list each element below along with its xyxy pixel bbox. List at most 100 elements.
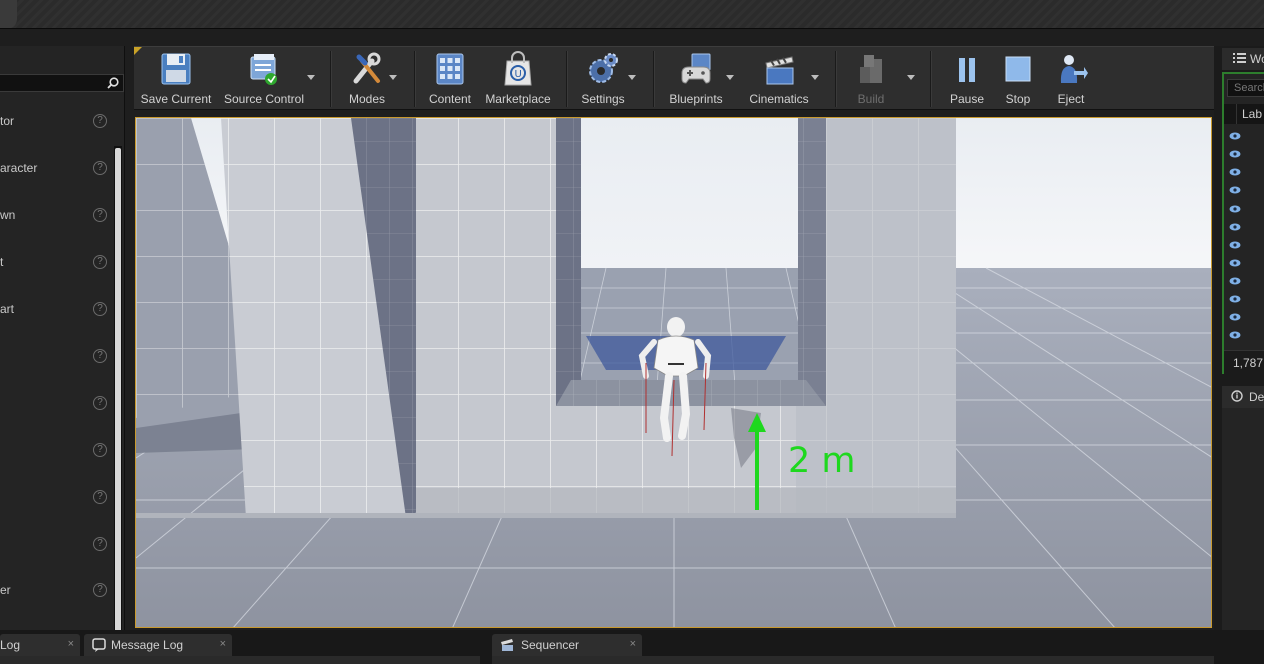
build-button[interactable]: Build xyxy=(846,49,896,107)
eye-icon[interactable] xyxy=(1229,295,1241,303)
outliner-list-icon xyxy=(1233,53,1246,63)
eye-icon[interactable] xyxy=(1229,132,1241,140)
eye-icon[interactable] xyxy=(1229,205,1241,213)
right-dock-panel: Wo Search Lab 1,787 xyxy=(1214,46,1264,630)
class-item[interactable]: ? xyxy=(0,474,113,521)
blueprints-dropdown-arrow[interactable] xyxy=(726,75,734,80)
eye-icon[interactable] xyxy=(1229,150,1241,158)
help-icon[interactable]: ? xyxy=(93,302,107,316)
measure-label: 2 m xyxy=(788,441,856,481)
world-outliner-title: Wo xyxy=(1250,52,1264,66)
class-item[interactable]: aracter ? xyxy=(0,145,113,192)
help-icon[interactable]: ? xyxy=(93,490,107,504)
settings-gear-icon xyxy=(589,53,618,83)
class-item[interactable]: t ? xyxy=(0,239,113,286)
source-control-dropdown-arrow[interactable] xyxy=(307,75,315,80)
blueprints-gamepad-icon xyxy=(681,53,711,84)
content-button[interactable]: Content xyxy=(424,49,476,107)
class-item[interactable]: ? xyxy=(0,380,113,427)
cinematics-dropdown-arrow[interactable] xyxy=(811,75,819,80)
save-current-button[interactable]: Save Current xyxy=(140,49,212,107)
close-icon[interactable]: × xyxy=(630,638,636,650)
content-browser-icon xyxy=(436,53,464,85)
unreal-editor-window: tor ? aracter ? wn ? t ? art ? ? ? ? ? ?… xyxy=(0,0,1264,664)
search-icon xyxy=(107,77,119,89)
marketplace-button[interactable]: U Marketplace xyxy=(482,49,554,107)
class-item[interactable]: tor ? xyxy=(0,98,113,145)
build-dropdown-arrow[interactable] xyxy=(907,75,915,80)
details-tab[interactable]: Det xyxy=(1222,386,1264,408)
toolbar-separator xyxy=(566,51,567,107)
source-control-icon xyxy=(250,54,277,85)
class-item-label: wn xyxy=(0,208,16,222)
settings-button[interactable]: Settings xyxy=(576,49,630,107)
source-control-button[interactable]: Source Control xyxy=(222,49,306,107)
class-item-label: aracter xyxy=(0,161,38,175)
world-outliner-tab[interactable]: Wo xyxy=(1222,48,1264,70)
modes-label: Modes xyxy=(348,92,386,106)
eject-icon xyxy=(1060,55,1088,83)
class-item[interactable]: ? xyxy=(0,333,113,380)
build-label: Build xyxy=(857,92,885,106)
stop-button[interactable]: Stop xyxy=(994,49,1042,107)
help-icon[interactable]: ? xyxy=(93,583,107,597)
help-icon[interactable]: ? xyxy=(93,349,107,363)
class-item[interactable]: wn ? xyxy=(0,192,113,239)
tab-output-log[interactable]: Log × xyxy=(0,634,80,656)
cinematics-label: Cinematics xyxy=(749,92,809,106)
source-control-label: Source Control xyxy=(223,92,305,106)
eye-icon[interactable] xyxy=(1229,313,1241,321)
cinematics-button[interactable]: Cinematics xyxy=(743,49,815,107)
eye-icon[interactable] xyxy=(1229,277,1241,285)
class-item[interactable]: ? xyxy=(0,427,113,474)
message-log-label: Message Log xyxy=(111,638,184,652)
scrollbar-thumb[interactable] xyxy=(115,148,121,634)
help-icon[interactable]: ? xyxy=(93,208,107,222)
eye-icon[interactable] xyxy=(1229,259,1241,267)
content-label: Content xyxy=(428,92,472,106)
tab-sequencer[interactable]: Sequencer × xyxy=(492,634,642,656)
class-item[interactable]: er ? xyxy=(0,567,113,614)
close-icon[interactable]: × xyxy=(68,638,74,650)
help-icon[interactable]: ? xyxy=(93,443,107,457)
tab-message-log[interactable]: Message Log × xyxy=(84,634,232,656)
level-tab[interactable] xyxy=(0,0,17,29)
toolbar-separator xyxy=(835,51,836,107)
bottom-tab-bar: Log × Message Log × Sequencer × xyxy=(0,630,1264,664)
modes-dropdown-arrow[interactable] xyxy=(389,75,397,80)
eye-icon[interactable] xyxy=(1229,331,1241,339)
outliner-column-header[interactable]: Lab xyxy=(1224,104,1264,124)
blueprints-button[interactable]: Blueprints xyxy=(664,49,728,107)
pause-label: Pause xyxy=(949,92,985,106)
actor-count: 1,787 xyxy=(1233,356,1264,370)
marketplace-label: Marketplace xyxy=(485,92,551,106)
close-icon[interactable]: × xyxy=(220,638,226,650)
class-item[interactable]: ? xyxy=(0,521,113,568)
help-icon[interactable]: ? xyxy=(93,161,107,175)
modes-button[interactable]: Modes xyxy=(340,49,394,107)
details-magnifier-icon xyxy=(1231,390,1243,402)
level-viewport[interactable]: 2 m xyxy=(135,117,1212,628)
eye-icon[interactable] xyxy=(1229,223,1241,231)
eye-icon[interactable] xyxy=(1229,241,1241,249)
sequencer-clapper-icon xyxy=(501,639,513,651)
eject-button[interactable]: Eject xyxy=(1046,49,1096,107)
class-item[interactable]: art ? xyxy=(0,286,113,333)
help-icon[interactable]: ? xyxy=(93,396,107,410)
eye-icon[interactable] xyxy=(1229,168,1241,176)
pause-button[interactable]: Pause xyxy=(942,49,992,107)
place-search-input[interactable] xyxy=(0,74,124,92)
actor-class-list: tor ? aracter ? wn ? t ? art ? ? ? ? ? ?… xyxy=(0,98,113,653)
eject-label: Eject xyxy=(1057,92,1085,106)
settings-dropdown-arrow[interactable] xyxy=(628,75,636,80)
help-icon[interactable]: ? xyxy=(93,114,107,128)
outliner-search-input[interactable]: Search xyxy=(1227,79,1264,97)
svg-text:U: U xyxy=(515,69,522,80)
toolbar-separator xyxy=(653,51,654,107)
place-actors-panel: tor ? aracter ? wn ? t ? art ? ? ? ? ? ?… xyxy=(0,46,125,664)
eye-icon[interactable] xyxy=(1229,186,1241,194)
marketplace-icon: U xyxy=(504,51,532,86)
message-log-icon xyxy=(92,638,106,652)
help-icon[interactable]: ? xyxy=(93,255,107,269)
help-icon[interactable]: ? xyxy=(93,537,107,551)
